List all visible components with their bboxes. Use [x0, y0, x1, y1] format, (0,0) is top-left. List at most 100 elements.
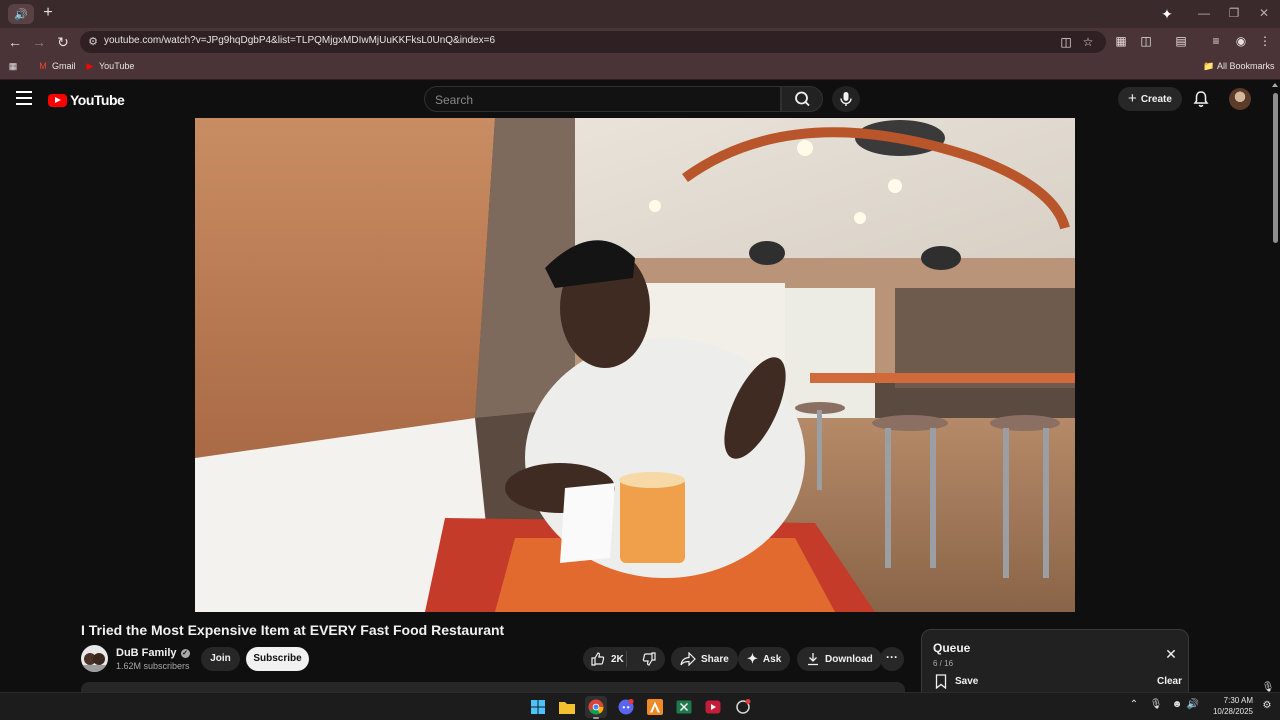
bookmark-label: YouTube: [99, 61, 135, 71]
minimize-icon[interactable]: —: [1196, 6, 1212, 20]
reload-button[interactable]: ↻: [54, 33, 72, 51]
share-button[interactable]: Share: [671, 647, 738, 671]
create-button[interactable]: + Create: [1118, 87, 1182, 111]
gemini-icon[interactable]: ✦: [1158, 5, 1176, 23]
channel-name-text: DuB Family: [116, 647, 177, 659]
clock-date: 10/28/2025: [1212, 707, 1253, 716]
extensions-puzzle-icon[interactable]: ◫: [1138, 34, 1154, 48]
subscribe-button[interactable]: Subscribe: [246, 647, 309, 671]
scroll-thumb[interactable]: [1273, 93, 1278, 243]
notifications-bell-icon[interactable]: [1192, 90, 1210, 108]
verified-check-icon: ✓: [180, 648, 190, 658]
join-button[interactable]: Join: [201, 647, 240, 671]
download-button[interactable]: Download: [797, 647, 882, 671]
restore-icon[interactable]: ❐: [1226, 6, 1242, 20]
spreadsheet-icon: [676, 700, 692, 714]
browser-tab[interactable]: 🔊: [8, 4, 34, 24]
chrome-taskbar-icon[interactable]: [585, 696, 607, 719]
video-frame: [195, 118, 1075, 612]
channel-avatar-image: [81, 653, 108, 672]
folder-yellow-icon: [559, 702, 575, 714]
channel-name[interactable]: DuB Family ✓: [116, 647, 190, 659]
start-button[interactable]: [527, 696, 549, 718]
url-text[interactable]: youtube.com/watch?v=JPg9hqDgbP4&list=TLP…: [104, 35, 495, 46]
apps-grid-icon[interactable]: ▦: [8, 61, 18, 71]
app-orange-taskbar-icon[interactable]: [644, 696, 666, 718]
file-explorer-icon[interactable]: [556, 696, 578, 718]
like-button[interactable]: 2K: [583, 651, 628, 667]
description-box[interactable]: [81, 682, 905, 692]
close-window-icon[interactable]: ✕: [1256, 6, 1272, 20]
dislike-button[interactable]: [632, 652, 665, 666]
thumbs-up-icon: [591, 652, 605, 666]
windows-taskbar: ⌃ 🎙 ☻ 🔊 7:30 AM 10/28/2025 ⚙: [0, 692, 1280, 720]
save-label: Save: [955, 676, 979, 687]
page-scrollbar[interactable]: [1270, 81, 1280, 692]
address-bar[interactable]: ⚙ youtube.com/watch?v=JPg9hqDgbP4&list=T…: [80, 31, 1106, 53]
circle-app-icon: [736, 699, 751, 714]
bookmark-star-icon[interactable]: ☆: [1080, 35, 1096, 49]
more-actions-button[interactable]: ···: [880, 647, 904, 671]
channel-avatar[interactable]: [81, 645, 108, 672]
bookmark-outline-icon: [935, 674, 947, 689]
clock-time: 7:30 AM: [1223, 696, 1253, 705]
bookmarks-bar: ▦ M Gmail ▶ YouTube 📁 All Bookmarks: [0, 56, 1280, 80]
browser-tab-strip: 🔊 + ✦ — ❐ ✕: [0, 0, 1280, 28]
subscriber-count: 1.62M subscribers: [116, 661, 190, 671]
search-input[interactable]: Search: [424, 86, 781, 112]
share-arrow-icon: [680, 652, 696, 666]
back-button[interactable]: ←: [6, 33, 24, 51]
account-avatar[interactable]: [1229, 88, 1251, 110]
media-control-icon[interactable]: ≡: [1208, 34, 1224, 48]
media-player-taskbar-icon[interactable]: [702, 696, 724, 718]
windows-logo-icon: [531, 700, 545, 714]
bookmark-label: Gmail: [52, 61, 76, 71]
profile-icon[interactable]: ◉: [1233, 34, 1249, 48]
gmail-icon: M: [39, 61, 47, 71]
tray-microphone-icon[interactable]: 🎙: [1149, 699, 1163, 710]
chrome-icon: [588, 699, 604, 715]
download-icon: [808, 653, 818, 666]
scroll-up-arrow-icon[interactable]: [1272, 83, 1278, 87]
browser-menu-icon[interactable]: ⋮: [1257, 34, 1273, 48]
video-title: I Tried the Most Expensive Item at EVERY…: [81, 622, 505, 638]
queue-title: Queue: [933, 641, 971, 655]
install-app-icon[interactable]: ◫: [1058, 35, 1074, 49]
volume-icon[interactable]: 🔊: [1186, 699, 1200, 710]
wifi-icon[interactable]: ☻: [1170, 699, 1184, 710]
save-queue-button[interactable]: Save: [935, 674, 978, 689]
new-tab-button[interactable]: +: [40, 4, 56, 22]
youtube-logo[interactable]: YouTube: [48, 92, 125, 108]
voice-search-button[interactable]: [832, 86, 860, 112]
bookmark-gmail[interactable]: M Gmail: [38, 61, 76, 71]
video-player[interactable]: [195, 118, 1075, 612]
search-button[interactable]: [781, 86, 823, 112]
site-info-icon[interactable]: ⚙: [86, 34, 100, 50]
triangle-app-icon: [647, 699, 663, 715]
more-horizontal-icon: ···: [886, 650, 898, 664]
forward-button[interactable]: →: [30, 33, 48, 51]
clear-queue-button[interactable]: Clear: [1157, 676, 1182, 687]
like-dislike-group: 2K: [583, 647, 665, 671]
system-clock[interactable]: 7:30 AM 10/28/2025: [1207, 695, 1253, 717]
bookmark-youtube[interactable]: ▶ YouTube: [85, 61, 135, 71]
ask-label: Ask: [762, 653, 782, 665]
queue-panel: Queue 6 / 16 ✕ Save Clear: [921, 629, 1189, 692]
notifications-icon[interactable]: ⚙: [1260, 700, 1274, 711]
app-circle-taskbar-icon[interactable]: [732, 696, 754, 718]
excel-taskbar-icon[interactable]: [673, 696, 695, 718]
close-queue-icon[interactable]: ✕: [1164, 647, 1178, 661]
extension-icon[interactable]: ▦: [1113, 34, 1129, 48]
plus-icon: +: [1128, 90, 1137, 107]
youtube-logo-text: YouTube: [70, 92, 125, 108]
discord-taskbar-icon[interactable]: [615, 696, 637, 718]
queue-position: 6 / 16: [933, 659, 954, 668]
all-bookmarks[interactable]: 📁 All Bookmarks: [1203, 61, 1275, 71]
ask-button[interactable]: ✦ Ask: [738, 647, 791, 671]
sparkle-icon: ✦: [747, 651, 758, 666]
tray-overflow-icon[interactable]: ⌃: [1127, 699, 1141, 710]
sidepanel-icon[interactable]: ▤: [1173, 34, 1189, 48]
hamburger-menu-icon[interactable]: [16, 91, 32, 105]
folder-icon: 📁: [1203, 61, 1215, 71]
youtube-icon: ▶: [86, 61, 94, 71]
